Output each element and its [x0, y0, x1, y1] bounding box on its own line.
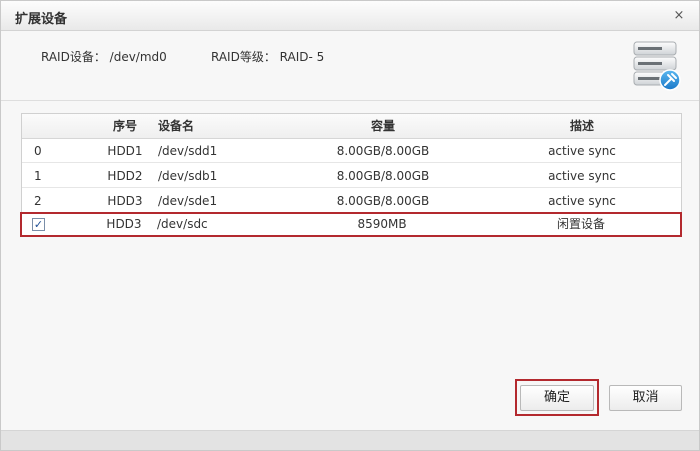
- server-tools-icon: [633, 41, 681, 91]
- dialog-footer: [1, 430, 699, 450]
- dialog-title: 扩展设备: [15, 12, 68, 27]
- row-device: /dev/sdb1: [158, 169, 218, 183]
- row-index: 2: [34, 194, 42, 208]
- row-device: /dev/sdd1: [158, 144, 218, 158]
- row-desc: active sync: [548, 144, 616, 158]
- row-capacity: 8.00GB/8.00GB: [336, 169, 430, 183]
- raid-info-bar: RAID设备： /dev/md0 RAID等级： RAID- 5: [1, 31, 699, 101]
- row-name: HDD2: [107, 169, 143, 183]
- row-desc: 闲置设备: [556, 217, 605, 231]
- table-row[interactable]: 1 HDD2 /dev/sdb1 8.00GB/8.00GB active sy…: [22, 164, 681, 188]
- col-header-desc: 描述: [569, 119, 594, 133]
- row-capacity: 8.00GB/8.00GB: [336, 194, 430, 208]
- col-header-device: 设备名: [158, 119, 195, 133]
- row-index: 0: [34, 144, 42, 158]
- table-row[interactable]: 2 HDD3 /dev/sde1 8.00GB/8.00GB active sy…: [22, 189, 681, 213]
- cancel-button[interactable]: 取消: [609, 385, 682, 411]
- row-name: HDD3: [106, 217, 142, 231]
- row-desc: active sync: [548, 194, 616, 208]
- device-checkbox[interactable]: ✓: [32, 218, 45, 231]
- row-device: /dev/sde1: [158, 194, 218, 208]
- row-capacity: 8.00GB/8.00GB: [336, 144, 430, 158]
- raid-device-label: RAID设备： /dev/md0: [41, 50, 167, 64]
- table-header: 序号 设备名 容量 描述: [22, 114, 681, 139]
- row-name: HDD3: [107, 194, 143, 208]
- col-header-seq: 序号: [112, 119, 137, 133]
- raid-level-label: RAID等级： RAID- 5: [211, 50, 325, 64]
- device-table: 序号 设备名 容量 描述 0 HDD1 /dev/sdd1 8.00GB/8.0…: [21, 113, 682, 213]
- expand-device-dialog: 扩展设备 × RAID设备： /dev/md0 RAID等级： RAID- 5: [0, 0, 700, 451]
- row-name: HDD1: [107, 144, 143, 158]
- col-header-capacity: 容量: [370, 119, 395, 133]
- row-index: 1: [34, 169, 42, 183]
- table-row[interactable]: 0 HDD1 /dev/sdd1 8.00GB/8.00GB active sy…: [22, 139, 681, 163]
- close-icon[interactable]: ×: [671, 8, 687, 24]
- row-desc: active sync: [548, 169, 616, 183]
- row-device: /dev/sdc: [157, 217, 208, 231]
- ok-button[interactable]: 确定: [520, 385, 594, 411]
- dialog-titlebar: 扩展设备 ×: [1, 1, 699, 31]
- selectable-device-row[interactable]: ✓ HDD3 /dev/sdc 8590MB 闲置设备: [20, 212, 682, 237]
- row-capacity: 8590MB: [357, 217, 407, 231]
